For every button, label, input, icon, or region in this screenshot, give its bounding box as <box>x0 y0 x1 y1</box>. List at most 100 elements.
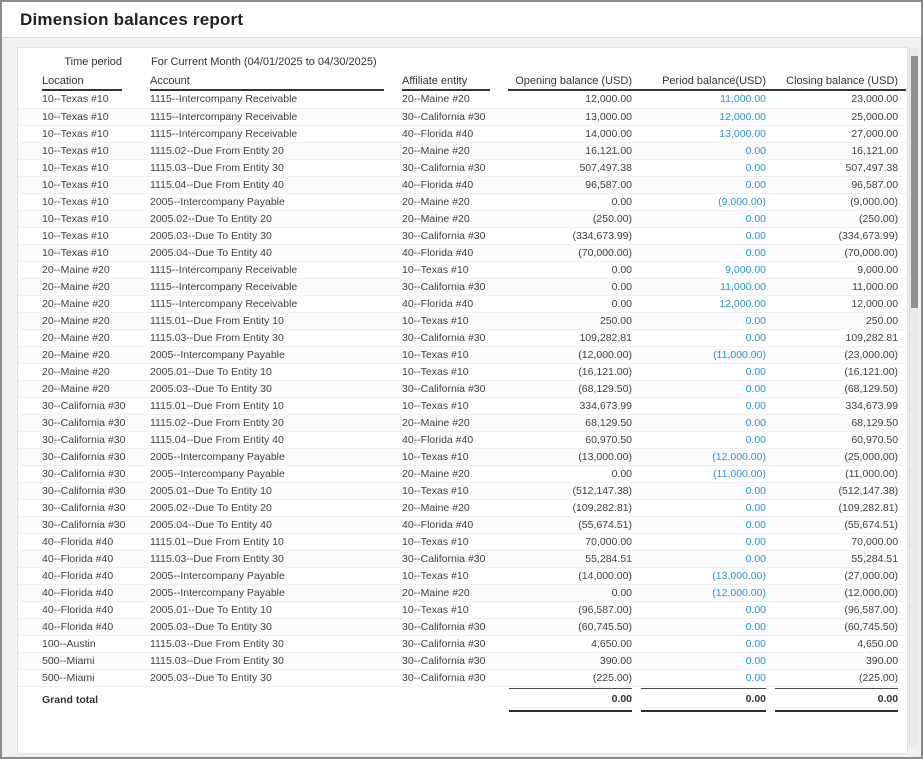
closing-balance-cell: 68,129.50 <box>774 414 906 431</box>
column-header-period-balance: Period balance(USD) <box>640 72 774 91</box>
location-cell: 10--Texas #10 <box>18 176 150 193</box>
period-balance-link[interactable]: 11,000.00 <box>720 281 766 293</box>
period-balance-link[interactable]: 0.00 <box>746 604 766 616</box>
closing-balance-cell: 11,000.00 <box>774 278 906 295</box>
period-balance-link[interactable]: 0.00 <box>746 553 766 565</box>
affiliate-entity-cell: 20--Maine #20 <box>402 91 508 108</box>
opening-balance-cell: (14,000.00) <box>508 567 640 584</box>
period-balance-cell: (11,000.00) <box>640 346 774 363</box>
account-cell: 2005.01--Due To Entity 10 <box>150 601 402 618</box>
period-balance-link[interactable]: 0.00 <box>746 145 766 157</box>
period-balance-link[interactable]: 0.00 <box>746 247 766 259</box>
opening-balance-cell: 0.00 <box>508 465 640 482</box>
period-balance-link[interactable]: 0.00 <box>746 162 766 174</box>
closing-balance-cell: 250.00 <box>774 312 906 329</box>
period-balance-link[interactable]: (12,000.00) <box>712 587 766 599</box>
period-balance-link[interactable]: 13,000.00 <box>719 128 766 140</box>
period-balance-link[interactable]: (11,000.00) <box>713 349 766 361</box>
table-row: 30--California #302005.01--Due To Entity… <box>18 482 906 499</box>
affiliate-entity-cell: 30--California #30 <box>402 329 508 346</box>
affiliate-entity-cell: 20--Maine #20 <box>402 142 508 159</box>
period-balance-link[interactable]: 0.00 <box>746 400 766 412</box>
opening-balance-cell: (109,282.81) <box>508 499 640 516</box>
period-balance-link[interactable]: 12,000.00 <box>719 111 766 123</box>
opening-balance-cell: 70,000.00 <box>508 533 640 550</box>
period-balance-link[interactable]: 0.00 <box>746 638 766 650</box>
affiliate-entity-cell: 10--Texas #10 <box>402 601 508 618</box>
period-balance-link[interactable]: 0.00 <box>746 672 766 684</box>
period-balance-link[interactable]: 9,000.00 <box>725 264 766 276</box>
scrollbar-thumb[interactable] <box>911 56 918 308</box>
closing-balance-cell: (25,000.00) <box>774 448 906 465</box>
period-balance-link[interactable]: 0.00 <box>746 179 766 191</box>
period-balance-link[interactable]: 0.00 <box>746 230 766 242</box>
opening-balance-cell: 55,284.51 <box>508 550 640 567</box>
account-cell: 1115.04--Due From Entity 40 <box>150 176 402 193</box>
affiliate-entity-cell: 10--Texas #10 <box>402 567 508 584</box>
location-cell: 40--Florida #40 <box>18 618 150 635</box>
period-balance-link[interactable]: 0.00 <box>746 655 766 667</box>
period-balance-link[interactable]: 0.00 <box>746 315 766 327</box>
closing-balance-cell: (68,129.50) <box>774 380 906 397</box>
table-row: 20--Maine #201115--Intercompany Receivab… <box>18 295 906 312</box>
opening-balance-cell: (13,000.00) <box>508 448 640 465</box>
period-balance-link[interactable]: 0.00 <box>746 383 766 395</box>
affiliate-entity-cell: 10--Texas #10 <box>402 363 508 380</box>
location-cell: 20--Maine #20 <box>18 363 150 380</box>
table-row: 40--Florida #402005.01--Due To Entity 10… <box>18 601 906 618</box>
period-balance-link[interactable]: 0.00 <box>746 502 766 514</box>
period-balance-link[interactable]: 0.00 <box>746 213 766 225</box>
closing-balance-cell: 507,497.38 <box>774 159 906 176</box>
period-balance-link[interactable]: (9,000.00) <box>718 196 766 208</box>
time-period-value: For Current Month (04/01/2025 to 04/30/2… <box>150 52 906 72</box>
period-balance-link[interactable]: (11,000.00) <box>713 468 766 480</box>
opening-balance-cell: 4,650.00 <box>508 635 640 652</box>
table-row: 20--Maine #202005.01--Due To Entity 1010… <box>18 363 906 380</box>
opening-balance-cell: (512,147.38) <box>508 482 640 499</box>
period-balance-link[interactable]: 0.00 <box>746 485 766 497</box>
period-balance-cell: 0.00 <box>640 601 774 618</box>
period-balance-link[interactable]: (12,000.00) <box>712 451 766 463</box>
period-balance-link[interactable]: 0.00 <box>746 366 766 378</box>
location-cell: 30--California #30 <box>18 397 150 414</box>
period-balance-link[interactable]: 0.00 <box>746 332 766 344</box>
closing-balance-cell: 55,284.51 <box>774 550 906 567</box>
account-cell: 2005--Intercompany Payable <box>150 448 402 465</box>
period-balance-link[interactable]: 0.00 <box>746 621 766 633</box>
closing-balance-cell: (27,000.00) <box>774 567 906 584</box>
account-cell: 2005.03--Due To Entity 30 <box>150 227 402 244</box>
table-row: 10--Texas #102005.02--Due To Entity 2020… <box>18 210 906 227</box>
affiliate-entity-cell: 30--California #30 <box>402 159 508 176</box>
table-row: 10--Texas #101115.02--Due From Entity 20… <box>18 142 906 159</box>
closing-balance-cell: 334,673.99 <box>774 397 906 414</box>
opening-balance-cell: 13,000.00 <box>508 108 640 125</box>
affiliate-entity-cell: 10--Texas #10 <box>402 482 508 499</box>
affiliate-entity-cell: 30--California #30 <box>402 652 508 669</box>
period-balance-link[interactable]: 0.00 <box>746 536 766 548</box>
period-balance-cell: 0.00 <box>640 176 774 193</box>
account-cell: 1115.01--Due From Entity 10 <box>150 533 402 550</box>
column-header-row: Location Account Affiliate entity Openin… <box>18 72 906 91</box>
period-balance-link[interactable]: 0.00 <box>746 519 766 531</box>
period-balance-cell: 0.00 <box>640 159 774 176</box>
table-row: 40--Florida #402005.03--Due To Entity 30… <box>18 618 906 635</box>
location-cell: 10--Texas #10 <box>18 193 150 210</box>
period-balance-cell: (12,000.00) <box>640 584 774 601</box>
opening-balance-cell: 12,000.00 <box>508 91 640 108</box>
opening-balance-cell: (250.00) <box>508 210 640 227</box>
account-cell: 2005.04--Due To Entity 40 <box>150 244 402 261</box>
affiliate-entity-cell: 30--California #30 <box>402 278 508 295</box>
table-row: 10--Texas #101115--Intercompany Receivab… <box>18 91 906 108</box>
period-balance-link[interactable]: 11,000.00 <box>720 93 766 105</box>
table-row: 10--Texas #102005.03--Due To Entity 3030… <box>18 227 906 244</box>
period-balance-link[interactable]: 0.00 <box>746 417 766 429</box>
time-period-label: Time period <box>18 52 150 72</box>
period-balance-link[interactable]: 0.00 <box>746 434 766 446</box>
vertical-scrollbar[interactable] <box>909 48 918 747</box>
period-balance-link[interactable]: (13,000.00) <box>712 570 766 582</box>
period-balance-cell: 0.00 <box>640 618 774 635</box>
period-balance-cell: 11,000.00 <box>640 91 774 108</box>
period-balance-link[interactable]: 12,000.00 <box>719 298 766 310</box>
period-balance-cell: (11,000.00) <box>640 465 774 482</box>
period-balance-cell: 0.00 <box>640 550 774 567</box>
